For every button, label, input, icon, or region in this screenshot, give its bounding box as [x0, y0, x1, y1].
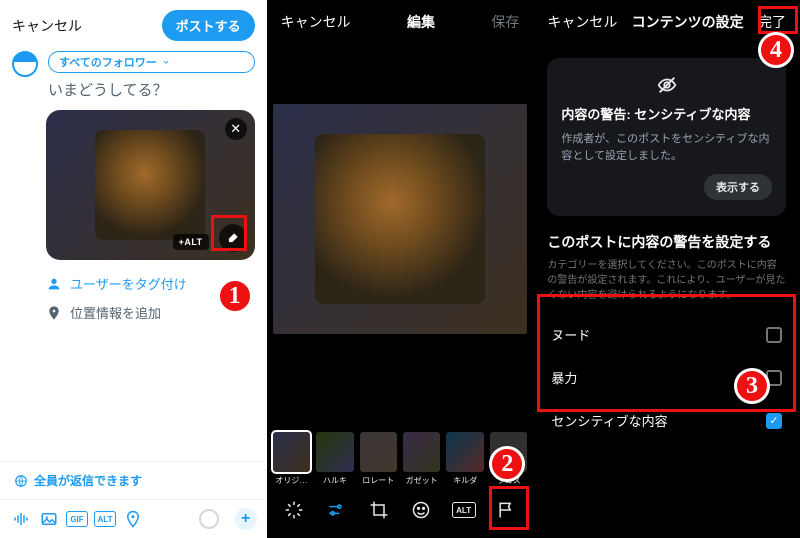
settings-title: コンテンツの設定 [632, 12, 744, 32]
cancel-button[interactable]: キャンセル [12, 16, 82, 36]
add-thread-button[interactable]: + [235, 508, 257, 530]
checkbox[interactable] [766, 327, 782, 343]
audience-label: すべてのフォロワー [59, 54, 157, 70]
gif-icon[interactable]: GIF [66, 511, 88, 527]
callout-3: 3 [734, 368, 770, 404]
alt-icon[interactable]: ALT [94, 511, 116, 527]
section-title: このポストに内容の警告を設定する [533, 216, 800, 258]
char-count-ring [199, 509, 219, 529]
option-label: ヌード [551, 325, 590, 344]
flag-icon[interactable] [494, 498, 518, 522]
warning-title: 内容の警告: センシティブな内容 [561, 104, 750, 123]
sticker-icon[interactable] [409, 498, 433, 522]
spaces-icon[interactable] [10, 508, 32, 530]
lion-image [315, 134, 485, 304]
lion-image [95, 130, 205, 240]
edit-title: 編集 [407, 12, 435, 32]
image-icon[interactable] [38, 508, 60, 530]
chevron-down-icon [161, 57, 171, 67]
show-button[interactable]: 表示する [704, 174, 772, 200]
option-nude[interactable]: ヌード [537, 313, 796, 356]
add-location-label: 位置情報を追加 [70, 303, 161, 322]
remove-media-button[interactable]: ✕ [225, 118, 247, 140]
reply-scope-button[interactable]: 全員が返信できます [0, 462, 267, 500]
section-hint: カテゴリーを選択してください。このポストに内容の警告が設定されます。これにより、… [533, 258, 800, 303]
edit-media-button[interactable] [219, 224, 247, 252]
filter-loreto[interactable]: ロレート [360, 432, 397, 486]
reply-scope-label: 全員が返信できます [34, 472, 142, 489]
audience-selector[interactable]: すべてのフォロワー [48, 51, 255, 73]
edit-preview [273, 104, 528, 334]
filter-kilda[interactable]: キルダ [446, 432, 483, 486]
edit-cancel-button[interactable]: キャンセル [281, 12, 351, 32]
edit-screen: キャンセル 編集 保存 オリジ… ハルキ ロレート ガゼット キルダ ラゴス A… [267, 0, 534, 538]
warning-card: 内容の警告: センシティブな内容 作成者が、このポストをセンシティブな内容として… [547, 58, 786, 216]
settings-done-button[interactable]: 完了 [758, 12, 786, 32]
compose-screen: キャンセル ポストする すべてのフォロワー いまどうしてる？ ✕ +ALT ユー… [0, 0, 267, 538]
checkbox-checked[interactable]: ✓ [766, 413, 782, 429]
brush-icon [226, 231, 240, 245]
callout-1: 1 [217, 278, 253, 314]
alt-tab-icon[interactable]: ALT [452, 502, 476, 518]
option-label: センシティブな内容 [551, 411, 667, 430]
option-sensitive[interactable]: センシティブな内容 ✓ [537, 399, 796, 442]
attached-media: ✕ +ALT [46, 110, 255, 260]
filter-gazette[interactable]: ガゼット [403, 432, 440, 486]
warning-desc: 作成者が、このポストをセンシティブな内容として設定しました。 [561, 131, 772, 164]
enhance-icon[interactable] [282, 498, 306, 522]
post-button[interactable]: ポストする [162, 10, 255, 41]
callout-4: 4 [758, 32, 794, 68]
content-settings-screen: キャンセル コンテンツの設定 完了 内容の警告: センシティブな内容 作成者が、… [533, 0, 800, 538]
filter-haruki[interactable]: ハルキ [316, 432, 353, 486]
location-toolbar-icon[interactable] [122, 508, 144, 530]
edit-toolbar: ALT [267, 486, 534, 538]
location-icon [46, 305, 62, 321]
user-icon [46, 276, 62, 292]
option-label: 暴力 [551, 368, 577, 387]
alt-badge[interactable]: +ALT [173, 234, 209, 250]
tag-users-label: ユーザーをタグ付け [70, 274, 187, 293]
edit-save-button[interactable]: 保存 [491, 12, 519, 32]
compose-input[interactable]: いまどうしてる？ [48, 79, 255, 100]
compose-toolbar: GIF ALT + [0, 500, 267, 538]
eye-off-icon [656, 74, 678, 96]
crop-icon[interactable] [367, 498, 391, 522]
globe-icon [14, 474, 28, 488]
settings-cancel-button[interactable]: キャンセル [547, 12, 617, 32]
avatar[interactable] [12, 51, 38, 77]
filter-original[interactable]: オリジ… [273, 432, 310, 486]
filters-tab-icon[interactable] [324, 498, 348, 522]
